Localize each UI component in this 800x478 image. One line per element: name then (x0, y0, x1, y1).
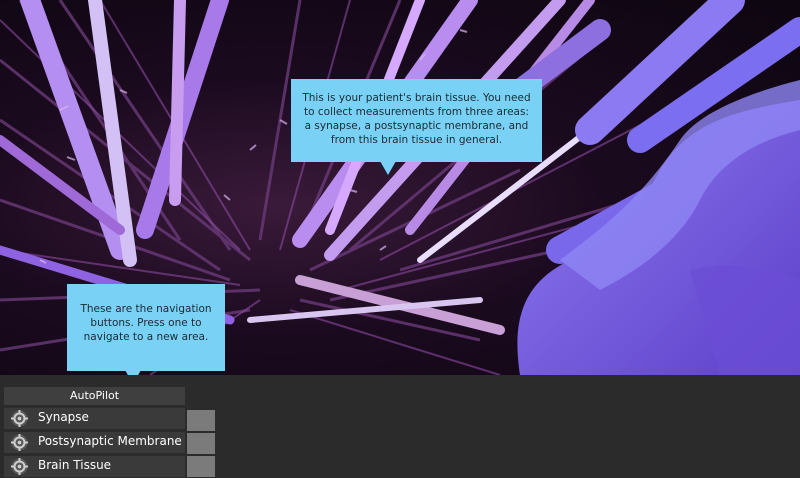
nav-indicator-brain-tissue[interactable] (187, 456, 215, 477)
nav-indicator-synapse[interactable] (187, 410, 215, 431)
brain-tissue-tooltip-pointer (380, 161, 396, 175)
nav-button-synapse[interactable]: Synapse (4, 408, 185, 429)
target-icon (11, 410, 28, 427)
brain-tissue-tooltip: This is your patient's brain tissue. You… (291, 79, 542, 162)
navigation-tooltip-text: These are the navigation buttons. Press … (80, 303, 212, 343)
navigation-tooltip: These are the navigation buttons. Press … (67, 284, 225, 371)
nav-button-postsynaptic-membrane[interactable]: Postsynaptic Membrane (4, 432, 185, 453)
target-icon (11, 458, 28, 475)
nav-button-label: Brain Tissue (38, 458, 112, 472)
brain-tissue-tooltip-text: This is your patient's brain tissue. You… (302, 92, 531, 146)
nav-button-label: Synapse (38, 410, 89, 424)
nav-button-label: Postsynaptic Membrane (38, 434, 182, 448)
autopilot-header: AutoPilot (4, 387, 185, 405)
nav-button-brain-tissue[interactable]: Brain Tissue (4, 456, 185, 477)
target-icon (11, 434, 28, 451)
nav-indicator-postsynaptic-membrane[interactable] (187, 433, 215, 454)
